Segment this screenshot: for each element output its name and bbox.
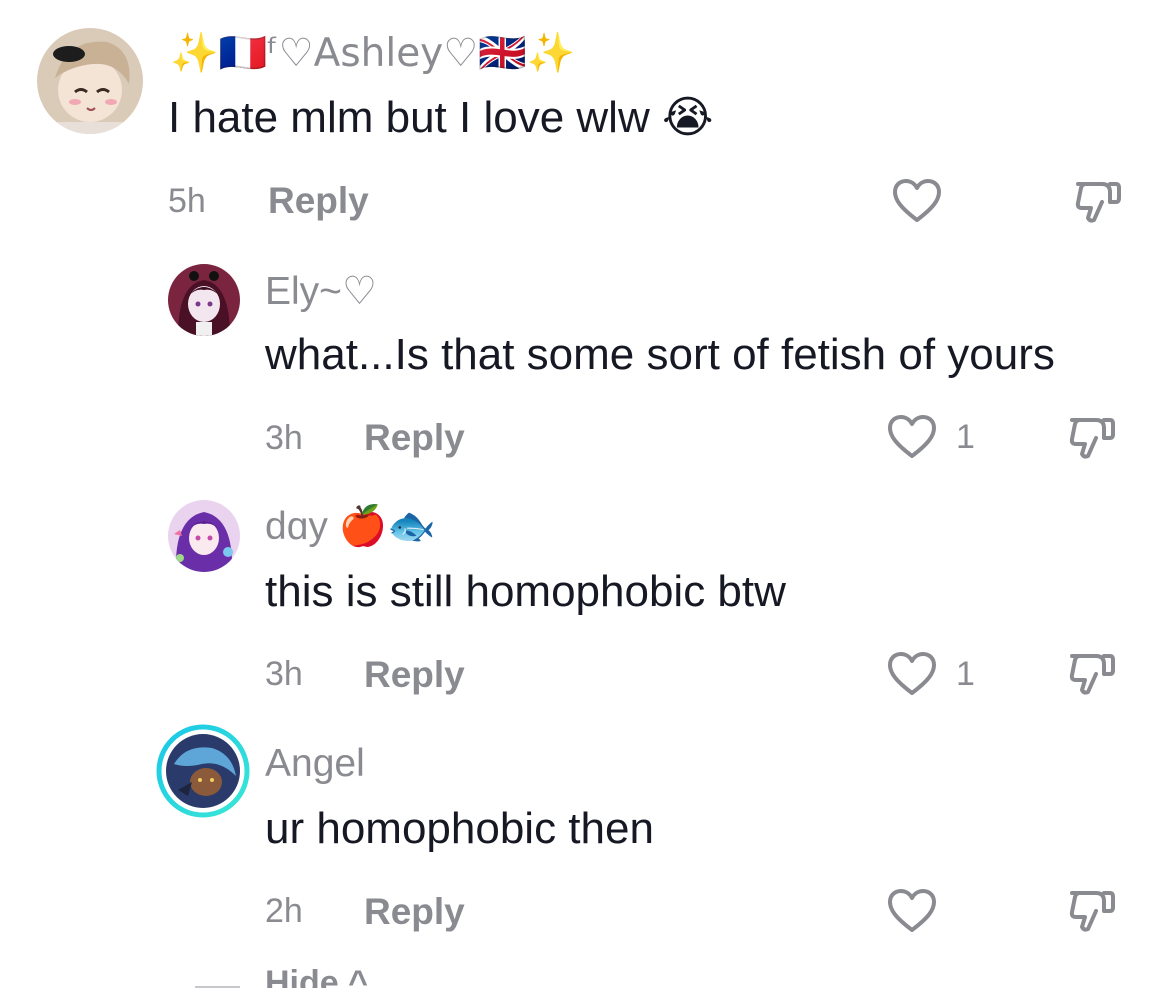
comment-text: I hate mlm but I love wlw 😭 — [168, 93, 714, 142]
thumbs-down-icon — [1069, 891, 1115, 932]
comment-text: what...Is that some sort of fetish of yo… — [265, 330, 1055, 379]
avatar[interactable] — [37, 28, 143, 134]
reply-button[interactable]: Reply — [364, 419, 465, 456]
dislike-button[interactable] — [1066, 650, 1116, 703]
comments-page: ✨🇫🇷ᶠ♡Ashley♡🇬🇧✨ I hate mlm but I love wl… — [0, 0, 1170, 988]
avatar[interactable] — [168, 500, 240, 572]
comment-username[interactable]: ✨🇫🇷ᶠ♡Ashley♡🇬🇧✨ — [170, 34, 575, 73]
comment-username[interactable]: dɑy 🍎🐟 — [265, 507, 436, 546]
like-count: 1 — [956, 418, 975, 456]
dislike-button[interactable] — [1066, 887, 1116, 940]
comment-timestamp: 3h — [265, 655, 303, 693]
comment-text: this is still homophobic btw — [265, 567, 786, 616]
like-button[interactable] — [886, 888, 956, 934]
avatar[interactable] — [168, 264, 240, 336]
reply-button[interactable]: Reply — [268, 182, 369, 219]
heart-icon — [888, 415, 936, 458]
like-button[interactable]: 1 — [886, 651, 975, 697]
reply-button[interactable]: Reply — [364, 893, 465, 930]
avatar[interactable] — [156, 724, 250, 818]
like-count: 1 — [956, 655, 975, 693]
heart-icon — [888, 889, 936, 932]
thumbs-down-icon — [1069, 654, 1115, 695]
comment-username[interactable]: Ely~♡ — [265, 272, 377, 311]
dislike-button[interactable] — [1066, 414, 1116, 467]
thumbs-down-icon — [1075, 182, 1121, 223]
thumbs-down-icon — [1069, 418, 1115, 459]
like-button[interactable]: 1 — [886, 414, 975, 460]
dislike-button[interactable] — [1072, 178, 1122, 231]
comment-timestamp: 5h — [168, 182, 206, 220]
comment-timestamp: 2h — [265, 892, 303, 930]
comment-timestamp: 3h — [265, 419, 303, 457]
hide-replies-button[interactable]: Hide ^ — [265, 966, 368, 988]
comment-username[interactable]: Angel — [265, 744, 365, 783]
heart-icon — [888, 652, 936, 695]
reply-button[interactable]: Reply — [364, 656, 465, 693]
like-button[interactable] — [891, 178, 961, 224]
hide-replies-row: Hide ^ — [195, 964, 495, 988]
comment-text: ur homophobic then — [265, 804, 654, 853]
comment-item: ✨🇫🇷ᶠ♡Ashley♡🇬🇧✨ I hate mlm but I love wl… — [0, 0, 1170, 240]
heart-icon — [893, 179, 941, 222]
